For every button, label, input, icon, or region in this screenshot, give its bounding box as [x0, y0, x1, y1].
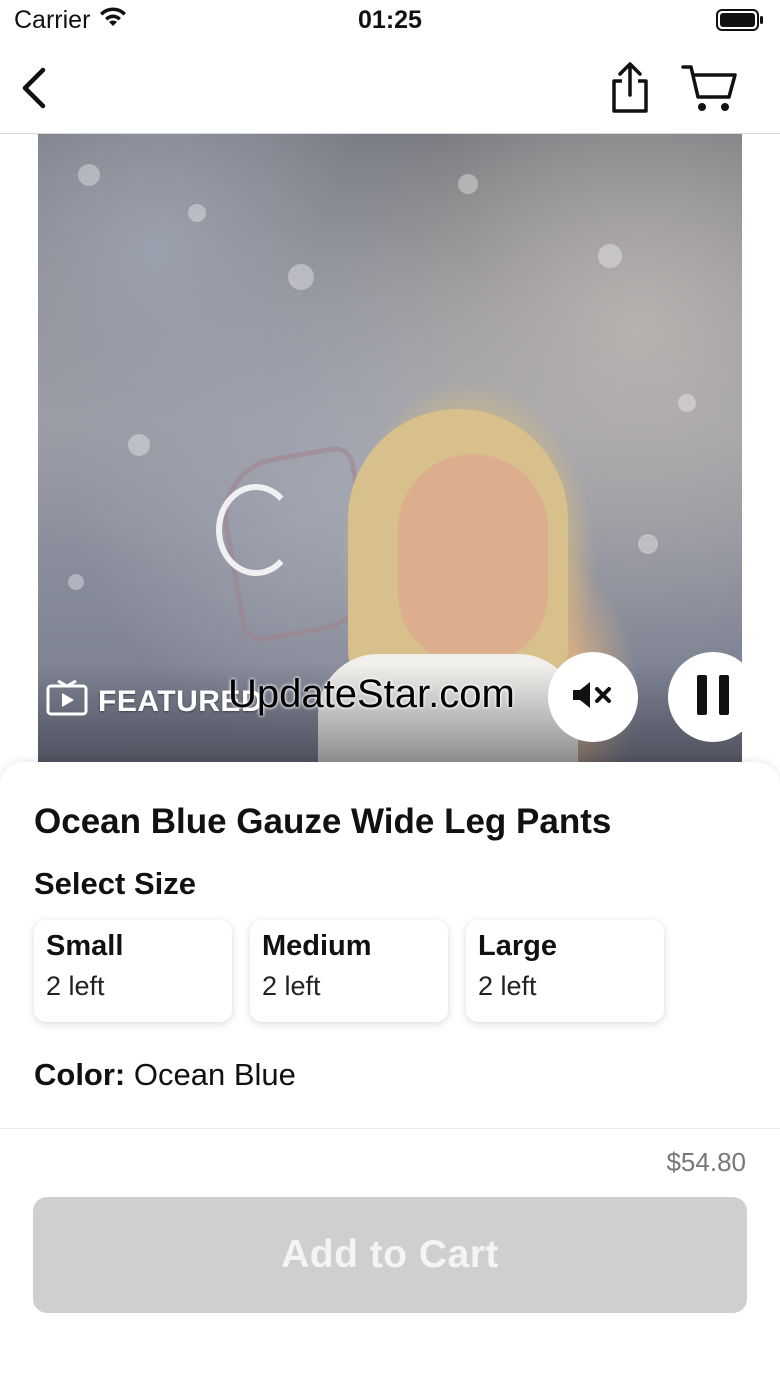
back-chevron-icon [19, 66, 49, 115]
cart-button[interactable] [681, 62, 739, 118]
size-options: Small 2 left Medium 2 left Large 2 left [34, 920, 664, 1022]
cart-icon [681, 63, 739, 118]
color-label: Color: [34, 1057, 126, 1092]
nav-bar [0, 44, 780, 134]
size-option-medium[interactable]: Medium 2 left [250, 920, 448, 1022]
share-button[interactable] [602, 61, 658, 120]
product-title: Ocean Blue Gauze Wide Leg Pants [34, 802, 612, 841]
sparkle [128, 434, 150, 456]
size-option-large[interactable]: Large 2 left [466, 920, 664, 1022]
size-stock: 2 left [262, 971, 321, 1001]
purchase-footer: $54.80 Add to Cart [0, 1128, 780, 1387]
size-stock: 2 left [478, 971, 537, 1001]
size-name: Medium [262, 930, 372, 962]
ring-light [216, 484, 296, 576]
sparkle [288, 264, 314, 290]
size-option-small[interactable]: Small 2 left [34, 920, 232, 1022]
size-name: Small [46, 930, 124, 962]
product-video[interactable]: FEATURED UpdateStar.com [38, 134, 742, 774]
size-heading: Select Size [34, 866, 196, 901]
share-icon [608, 61, 652, 120]
mute-button[interactable] [548, 652, 638, 742]
pause-icon [695, 673, 731, 722]
sparkle [598, 244, 622, 268]
add-to-cart-button[interactable]: Add to Cart [33, 1197, 747, 1313]
sparkle [678, 394, 696, 412]
presenter-face [398, 454, 548, 664]
mute-icon [571, 679, 615, 716]
sparkle [638, 534, 658, 554]
video-play-icon [46, 679, 88, 724]
size-stock: 2 left [46, 971, 105, 1001]
sparkle [78, 164, 100, 186]
size-name: Large [478, 930, 557, 962]
sparkle [188, 204, 206, 222]
status-bar: Carrier 01:25 [0, 0, 780, 44]
status-time: 01:25 [358, 6, 422, 34]
color-value: Ocean Blue [133, 1057, 296, 1092]
price-label: $54.80 [666, 1147, 746, 1177]
product-sheet: Ocean Blue Gauze Wide Leg Pants Select S… [0, 762, 780, 1130]
color-row: Color: Ocean Blue [34, 1057, 296, 1093]
back-button[interactable] [6, 62, 62, 118]
watermark: UpdateStar.com [228, 672, 515, 716]
sparkle [458, 174, 478, 194]
battery-icon [716, 9, 764, 31]
sparkle [68, 574, 84, 590]
add-to-cart-label: Add to Cart [281, 1233, 499, 1276]
